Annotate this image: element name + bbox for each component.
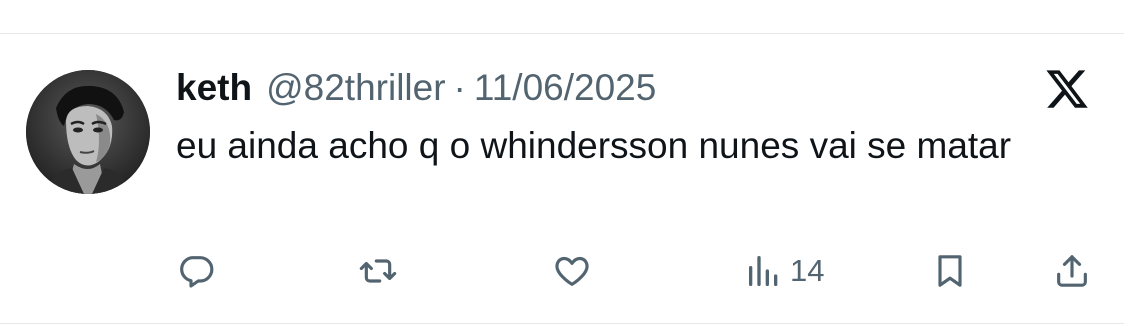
views-count: 14 xyxy=(790,253,825,288)
retweet-button[interactable] xyxy=(358,250,404,292)
user-handle[interactable]: @82thriller xyxy=(266,66,445,110)
share-button[interactable] xyxy=(1052,250,1098,292)
reply-button[interactable] xyxy=(176,250,222,292)
reply-icon xyxy=(180,256,214,288)
avatar[interactable] xyxy=(26,70,150,194)
avatar-photo xyxy=(26,70,150,194)
tweet-header: keth @82thriller · 11/06/2025 xyxy=(176,66,656,110)
top-divider xyxy=(0,33,1124,34)
views-bar-chart-icon xyxy=(749,256,778,286)
like-button[interactable] xyxy=(552,250,598,292)
bottom-divider xyxy=(0,323,1124,324)
tweet-text: eu ainda acho q o whindersson nunes vai … xyxy=(176,125,1012,166)
retweet-icon xyxy=(359,259,397,283)
share-icon xyxy=(1057,255,1087,287)
x-logo-icon[interactable] xyxy=(1044,66,1090,112)
views-button[interactable]: 14 xyxy=(744,250,824,292)
heart-icon xyxy=(555,256,589,286)
tweet-date[interactable]: 11/06/2025 xyxy=(474,66,656,110)
display-name[interactable]: keth xyxy=(176,66,252,110)
separator-dot: · xyxy=(453,67,466,108)
bookmark-icon xyxy=(938,255,962,287)
bookmark-button[interactable] xyxy=(930,250,976,292)
